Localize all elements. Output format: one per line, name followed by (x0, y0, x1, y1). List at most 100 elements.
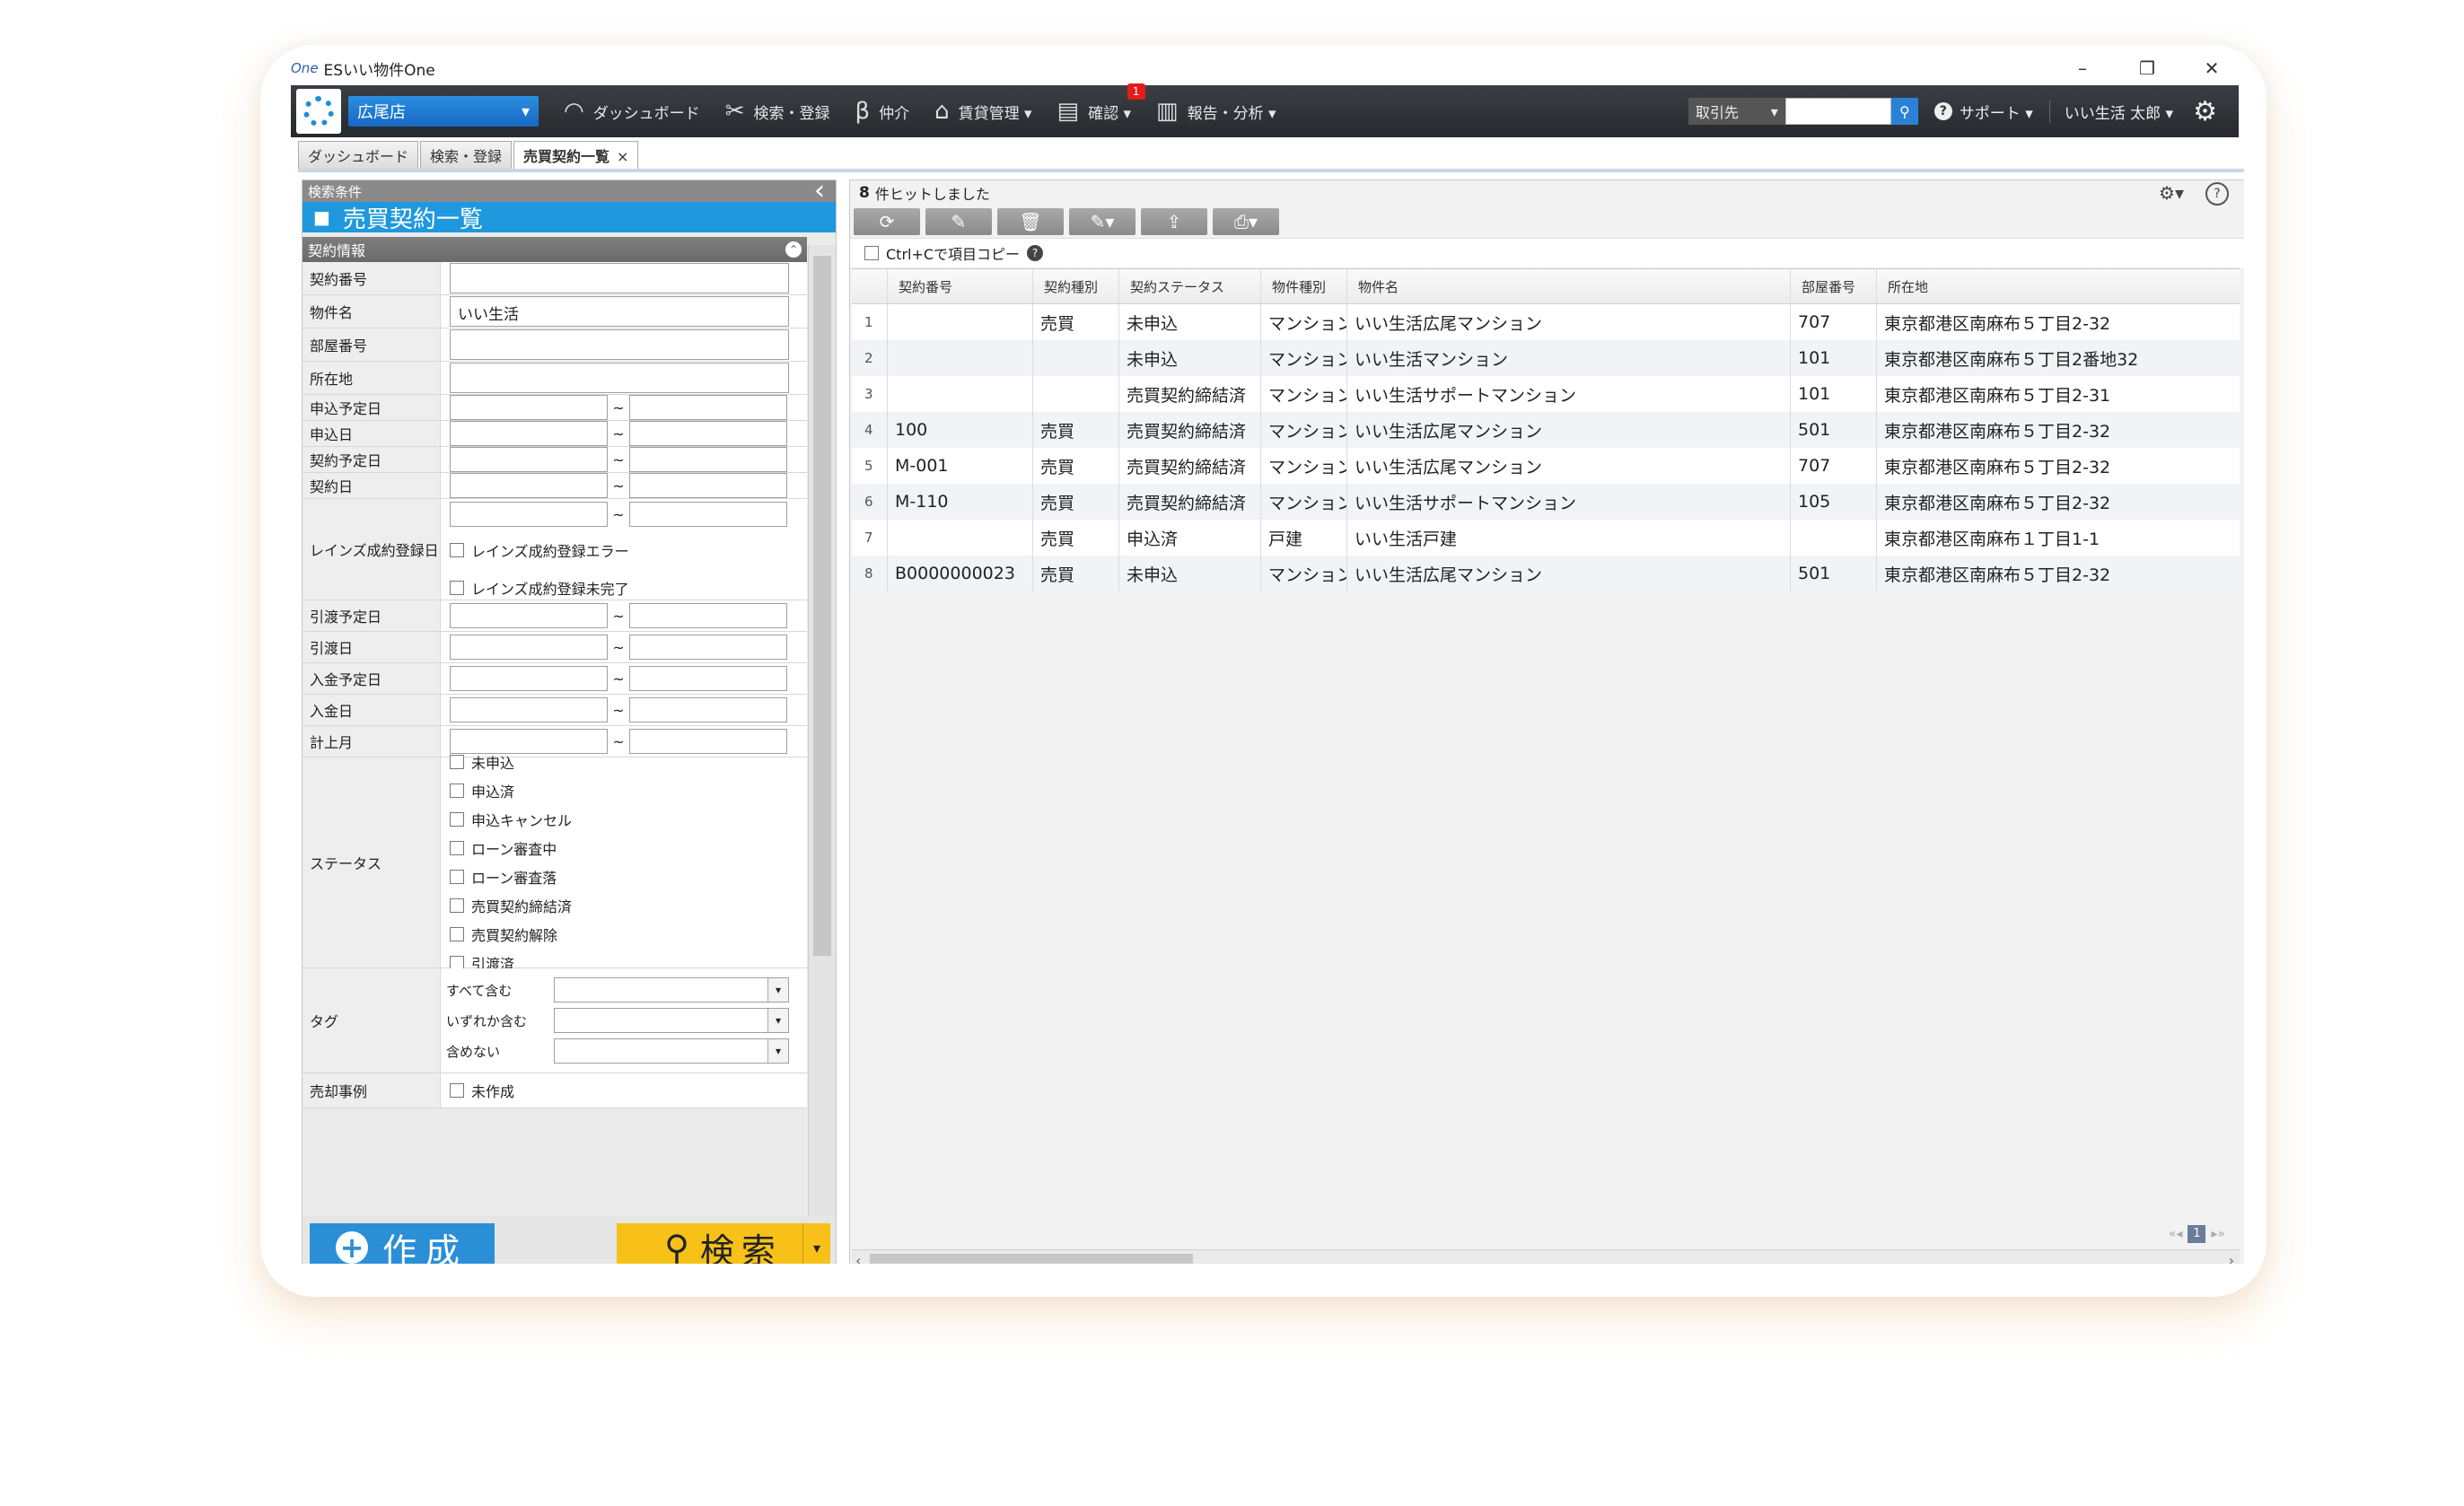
payment-date-from[interactable] (450, 697, 608, 722)
delivery-plan-date-to[interactable] (629, 603, 787, 628)
column-header[interactable]: 契約ステータス (1119, 269, 1261, 303)
minimize-button[interactable]: – (2050, 52, 2115, 84)
close-button[interactable]: ✕ (2179, 52, 2244, 84)
contract-no-input[interactable] (450, 263, 789, 293)
last-page-icon[interactable]: ▸» (2211, 1227, 2225, 1241)
column-header[interactable]: 物件名 (1347, 269, 1791, 303)
table-row[interactable]: 5 M-001 売買 売買契約締結済 マンション いい生活広尾マンション 707 東京都港区南… (852, 448, 2240, 484)
menu-brokerage[interactable]: β 仲介 (855, 98, 909, 125)
booking-month-from[interactable] (450, 729, 608, 754)
sale-case-uncreated-checkbox[interactable]: 未作成 (450, 1080, 514, 1101)
tab-sales-contract-list[interactable]: 売買契約一覧 × (513, 141, 639, 169)
apply-plan-date-from[interactable] (450, 395, 608, 420)
table-row[interactable]: 2 未申込 マンション いい生活マンション 101 東京都港区南麻布５丁目2番地32 (852, 340, 2240, 376)
payment-plan-date-from[interactable] (450, 666, 608, 691)
apply-plan-date-to[interactable] (629, 395, 787, 420)
chevron-down-icon[interactable]: ▾ (767, 1009, 788, 1032)
table-row[interactable]: 7 売買 申込済 戸建 いい生活戸建 東京都港区南麻布１丁目1-1 (852, 520, 2240, 556)
delete-button[interactable]: 🗑 (997, 208, 1064, 235)
column-header[interactable]: 所在地 (1877, 269, 2240, 303)
table-row[interactable]: 1 売買 未申込 マンション いい生活広尾マンション 707 東京都港区南麻布５丁目2-32 (852, 304, 2240, 340)
table-row[interactable]: 4 100 売買 売買契約締結済 マンション いい生活広尾マンション 501 東京都港区南麻布… (852, 412, 2240, 448)
menu-rental-management[interactable]: ⌂ 賃貸管理 ▾ (934, 98, 1031, 125)
reins-date-from[interactable] (450, 502, 608, 527)
scroll-right-icon[interactable]: › (2229, 1252, 2234, 1264)
search-button[interactable]: ⚲ 検索 ▾ (617, 1223, 830, 1264)
menu-dashboard[interactable]: ◠ ダッシュボード (564, 98, 700, 125)
copy-items-checkbox[interactable]: Ctrl+Cで項目コピー (864, 242, 1020, 264)
contract-date-to[interactable] (629, 473, 787, 498)
first-page-icon[interactable]: «◂ (2169, 1227, 2183, 1241)
search-icon[interactable]: ⚲ (1890, 98, 1918, 125)
collapse-section-icon[interactable]: ⌃ (785, 241, 802, 258)
apply-date-to[interactable] (629, 421, 787, 446)
refresh-button[interactable]: ⟳ (854, 208, 920, 235)
contract-no-label: 契約番号 (303, 262, 441, 294)
reins-incomplete-checkbox[interactable]: レインズ成約登録未完了 (450, 577, 629, 599)
tag-include-all-select[interactable]: ▾ (554, 977, 789, 1003)
address-input[interactable] (450, 363, 789, 393)
print-button[interactable]: ⎙▾ (1213, 208, 1279, 235)
tag-exclude-select[interactable]: ▾ (554, 1038, 789, 1064)
table-row[interactable]: 3 売買契約締結済 マンション いい生活サポートマンション 101 東京都港区南麻布５丁目… (852, 376, 2240, 412)
payment-date-to[interactable] (629, 697, 787, 722)
search-panel-scrollbar[interactable] (808, 245, 836, 1248)
store-select[interactable]: 広尾店 ▾ (348, 96, 539, 127)
column-header[interactable]: 契約種別 (1033, 269, 1119, 303)
property-name-input[interactable]: いい生活 (450, 296, 789, 327)
tag-include-any-select[interactable]: ▾ (554, 1008, 789, 1033)
booking-month-to[interactable] (629, 729, 787, 754)
app-logo-icon[interactable] (296, 89, 341, 134)
column-header[interactable]: 契約番号 (888, 269, 1033, 303)
section-contract-info[interactable]: 契約情報 ⌃ (303, 237, 807, 262)
settings-gear-icon[interactable]: ⚙▾ (2159, 182, 2184, 206)
apply-date-from[interactable] (450, 421, 608, 446)
reins-error-checkbox[interactable]: レインズ成約登録エラー (450, 539, 629, 561)
status-checkbox-not-applied[interactable]: 未申込 (450, 751, 514, 773)
page-number[interactable]: 1 (2188, 1225, 2206, 1243)
tab-close-icon[interactable]: × (617, 148, 628, 165)
results-hscrollbar[interactable]: ‹ › (852, 1249, 2240, 1264)
reins-date-to[interactable] (629, 502, 787, 527)
support-menu[interactable]: ? サポート ▾ (1933, 101, 2033, 123)
tab-search-register[interactable]: 検索・登録 (420, 141, 513, 169)
contract-plan-date-from[interactable] (450, 447, 608, 472)
column-header[interactable]: 物件種別 (1261, 269, 1347, 303)
table-row[interactable]: 6 M-110 売買 売買契約締結済 マンション いい生活サポートマンション 105 東京都港… (852, 484, 2240, 520)
user-menu[interactable]: いい生活 太郎 ▾ (2048, 100, 2173, 123)
scroll-left-icon[interactable]: ‹ (855, 1252, 861, 1264)
status-checkbox-contracted[interactable]: 売買契約締結済 (450, 895, 572, 916)
delivery-date-from[interactable] (450, 635, 608, 660)
tab-dashboard[interactable]: ダッシュボード (298, 141, 419, 169)
menu-search-register[interactable]: ✂ 検索・登録 (725, 98, 830, 125)
restore-button[interactable]: ❐ (2115, 52, 2179, 84)
status-checkbox-loan-review[interactable]: ローン審査中 (450, 837, 557, 859)
partner-select[interactable]: 取引先 ▾ (1688, 98, 1785, 125)
search-options-dropdown[interactable]: ▾ (802, 1223, 830, 1264)
payment-plan-date-to[interactable] (629, 666, 787, 691)
export-button[interactable]: ⇪ (1141, 208, 1207, 235)
edit-button[interactable]: ✎ (925, 208, 992, 235)
status-checkbox-loan-rejected[interactable]: ローン審査落 (450, 866, 557, 888)
create-button[interactable]: + 作成 (310, 1223, 495, 1264)
header-search-input[interactable] (1784, 98, 1891, 125)
question-icon[interactable]: ? (1027, 245, 1044, 261)
help-icon[interactable]: ? (2205, 182, 2229, 206)
tag-button[interactable]: ✎▾ (1069, 208, 1136, 235)
status-checkbox-applied[interactable]: 申込済 (450, 780, 514, 801)
delivery-plan-date-from[interactable] (450, 603, 608, 628)
delivery-date-to[interactable] (629, 635, 787, 660)
collapse-panel-icon[interactable]: ‹ (814, 175, 825, 206)
chevron-down-icon[interactable]: ▾ (767, 978, 788, 1002)
column-header[interactable]: 部屋番号 (1791, 269, 1877, 303)
contract-plan-date-to[interactable] (629, 447, 787, 472)
contract-date-from[interactable] (450, 473, 608, 498)
status-checkbox-cancelled[interactable]: 売買契約解除 (450, 924, 557, 945)
status-checkbox-apply-cancel[interactable]: 申込キャンセル (450, 809, 572, 830)
menu-confirm[interactable]: ▤ 確認 ▾ 1 (1057, 83, 1145, 125)
gear-icon[interactable]: ⚙ (2193, 96, 2217, 127)
chevron-down-icon[interactable]: ▾ (767, 1039, 788, 1063)
menu-report-analysis[interactable]: ▥ 報告・分析 ▾ (1156, 98, 1276, 125)
table-row[interactable]: 8 B0000000023 売買 未申込 マンション いい生活広尾マンション 501 東京都港… (852, 556, 2240, 591)
room-no-input[interactable] (450, 329, 789, 360)
